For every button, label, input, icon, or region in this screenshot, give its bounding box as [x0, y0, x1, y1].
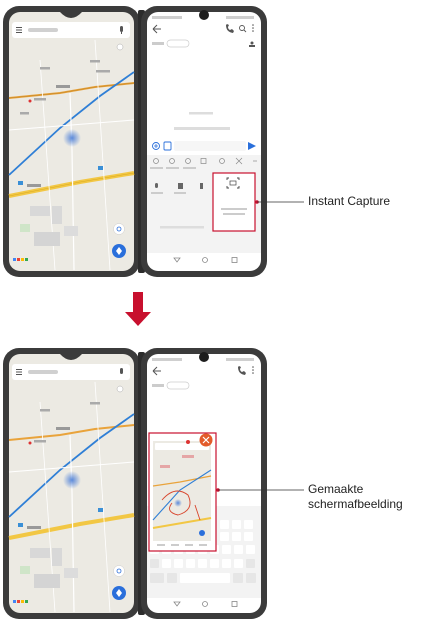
dual-screen-device-top [3, 6, 304, 277]
callout-screenshot-line2: schermafbeelding [308, 497, 403, 511]
message-input[interactable] [174, 141, 246, 151]
map-label [56, 85, 70, 88]
current-location-icon [63, 471, 81, 489]
callout-screenshot: Gemaakte schermafbeelding [308, 482, 403, 512]
captured-screenshot-preview[interactable] [148, 432, 217, 552]
mic-icon[interactable] [120, 368, 123, 374]
more-vert-icon[interactable] [252, 366, 254, 374]
enter-key [246, 573, 256, 583]
instant-capture-label [221, 208, 247, 210]
compass-icon[interactable] [116, 385, 124, 393]
instant-capture-button[interactable] [212, 172, 256, 232]
my-location-button[interactable] [113, 223, 125, 235]
instruction-figure: Instant Capture Gemaakte schermafbeeldin… [0, 0, 430, 622]
text-option-icon[interactable] [200, 183, 203, 189]
mic-icon [155, 183, 158, 188]
status-bar [152, 16, 182, 19]
message-text [174, 127, 230, 130]
clipboard-icon [178, 183, 183, 189]
front-camera [199, 10, 209, 20]
more-vert-icon[interactable] [252, 24, 254, 32]
message-timestamp [189, 112, 213, 115]
callout-screenshot-line1: Gemaakte [308, 482, 364, 496]
down-arrow [125, 292, 151, 326]
search-placeholder [28, 28, 58, 32]
compass-icon[interactable] [116, 43, 124, 51]
dual-screen-device-bottom [3, 348, 304, 619]
menu-icon[interactable] [16, 27, 22, 33]
space-key [180, 573, 230, 583]
menu-icon[interactable] [16, 369, 22, 375]
map-building [30, 206, 50, 216]
current-location-icon [63, 129, 81, 147]
my-location-button[interactable] [113, 565, 125, 577]
recipient-label [152, 42, 164, 45]
callout-instant-capture: Instant Capture [308, 194, 391, 208]
figure-canvas [3, 6, 304, 619]
